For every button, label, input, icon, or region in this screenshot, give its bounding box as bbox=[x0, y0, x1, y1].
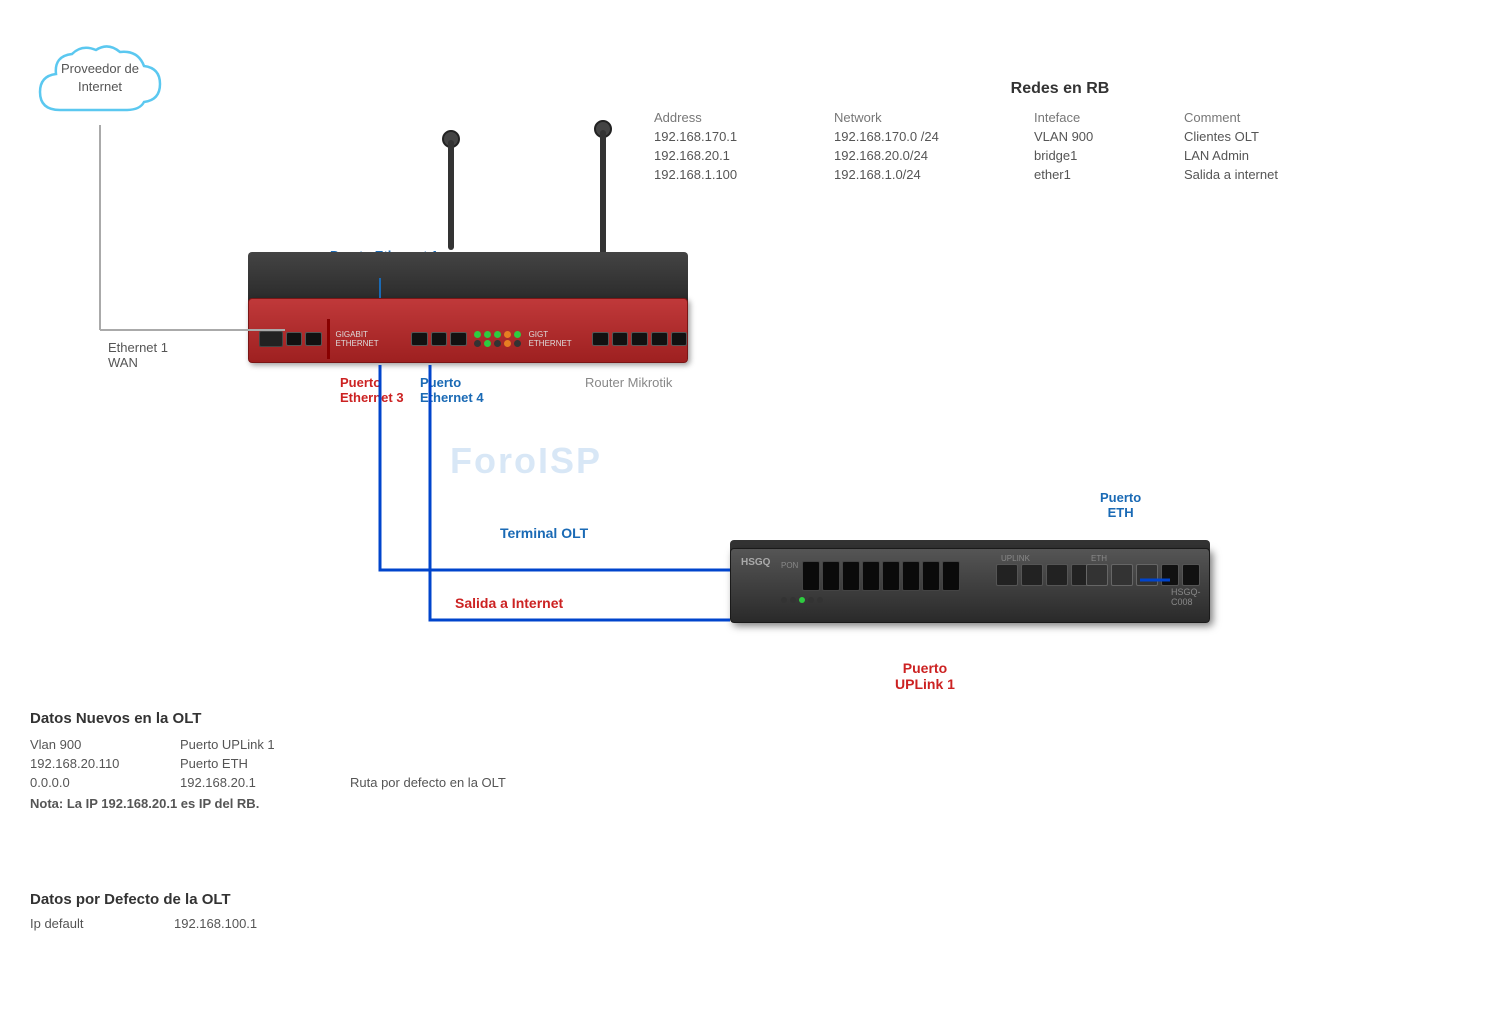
antenna-right bbox=[600, 130, 606, 255]
router-mikrotik: GIGABIT ETHERNET GIGT ETHERNET bbox=[248, 298, 688, 363]
row3-network: 192.168.1.0/24 bbox=[830, 165, 1030, 184]
olt-default-data-section: Datos por Defecto de la OLT Ip default 1… bbox=[30, 891, 257, 931]
olt-device: HSGQ PON UPLINK ETH HSGQ-C008 bbox=[730, 548, 1210, 623]
olt-row1-col2: Puerto UPLink 1 bbox=[180, 737, 340, 752]
terminal-olt-label: Terminal OLT bbox=[500, 525, 588, 541]
olt-note: Nota: La IP 192.168.20.1 es IP del RB. bbox=[30, 796, 506, 811]
row1-comment: Clientes OLT bbox=[1180, 127, 1380, 146]
port-eth6 bbox=[592, 332, 609, 346]
default-label: Ip default bbox=[30, 916, 170, 931]
puerto-uplink1-label: PuertoUPLink 1 bbox=[895, 660, 955, 692]
row3-address: 192.168.1.100 bbox=[650, 165, 830, 184]
col-header-network: Network bbox=[830, 108, 1030, 127]
network-table-section: Redes en RB Address Network Inteface Com… bbox=[650, 80, 1470, 184]
port-eth5 bbox=[450, 332, 467, 346]
olt-row1-col1: Vlan 900 bbox=[30, 737, 170, 752]
port-eth1 bbox=[286, 332, 303, 346]
table-title: Redes en RB bbox=[650, 80, 1470, 98]
olt-default-title: Datos por Defecto de la OLT bbox=[30, 891, 257, 908]
antenna-left bbox=[448, 140, 454, 250]
col-header-comment: Comment bbox=[1180, 108, 1380, 127]
puerto-eth4-label: PuertoEthernet 4 bbox=[420, 375, 484, 405]
olt-brand-label: HSGQ bbox=[741, 557, 770, 568]
row1-network: 192.168.170.0 /24 bbox=[830, 127, 1030, 146]
row2-comment: LAN Admin bbox=[1180, 146, 1380, 165]
router-top bbox=[248, 252, 688, 302]
olt-row2-col1: 192.168.20.110 bbox=[30, 756, 170, 771]
ethernet1-wan-label: Ethernet 1 WAN bbox=[108, 340, 168, 370]
port-eth7 bbox=[612, 332, 629, 346]
olt-new-data-table: Vlan 900 Puerto UPLink 1 192.168.20.110 … bbox=[30, 737, 506, 790]
router-label: Router Mikrotik bbox=[585, 375, 672, 390]
olt-row3-col3: Ruta por defecto en la OLT bbox=[350, 775, 506, 790]
divider bbox=[327, 319, 331, 359]
default-value: 192.168.100.1 bbox=[174, 916, 257, 931]
olt-row1-col3 bbox=[350, 737, 506, 752]
olt-new-data-title: Datos Nuevos en la OLT bbox=[30, 710, 506, 727]
port-eth9 bbox=[651, 332, 668, 346]
row2-network: 192.168.20.0/24 bbox=[830, 146, 1030, 165]
network-table: Address Network Inteface Comment 192.168… bbox=[650, 108, 1470, 184]
isp-label: Proveedor de Internet bbox=[30, 60, 170, 96]
row3-interface: ether1 bbox=[1030, 165, 1180, 184]
olt-row3-col1: 0.0.0.0 bbox=[30, 775, 170, 790]
row2-address: 192.168.20.1 bbox=[650, 146, 830, 165]
puerto-eth-olt-label: PuertoETH bbox=[1100, 490, 1141, 520]
col-header-address: Address bbox=[650, 108, 830, 127]
olt-default-table: Ip default 192.168.100.1 bbox=[30, 916, 257, 931]
port-eth4 bbox=[431, 332, 448, 346]
row3-comment: Salida a internet bbox=[1180, 165, 1380, 184]
port-eth8 bbox=[631, 332, 648, 346]
row1-address: 192.168.170.1 bbox=[650, 127, 830, 146]
olt-new-data-section: Datos Nuevos en la OLT Vlan 900 Puerto U… bbox=[30, 710, 506, 811]
olt-row2-col3 bbox=[350, 756, 506, 771]
olt-row3-col2: 192.168.20.1 bbox=[180, 775, 340, 790]
port-eth3 bbox=[411, 332, 428, 346]
row1-interface: VLAN 900 bbox=[1030, 127, 1180, 146]
salida-internet-label: Salida a Internet bbox=[455, 595, 563, 611]
puerto-eth3-label: PuertoEthernet 3 bbox=[340, 375, 404, 405]
port-eth2 bbox=[305, 332, 322, 346]
watermark: ForoISP bbox=[450, 440, 602, 482]
col-header-interface: Inteface bbox=[1030, 108, 1180, 127]
isp-cloud: Proveedor de Internet bbox=[30, 40, 170, 140]
port-sfp bbox=[259, 331, 283, 347]
port-eth10 bbox=[671, 332, 688, 346]
row2-interface: bridge1 bbox=[1030, 146, 1180, 165]
olt-row2-col2: Puerto ETH bbox=[180, 756, 340, 771]
